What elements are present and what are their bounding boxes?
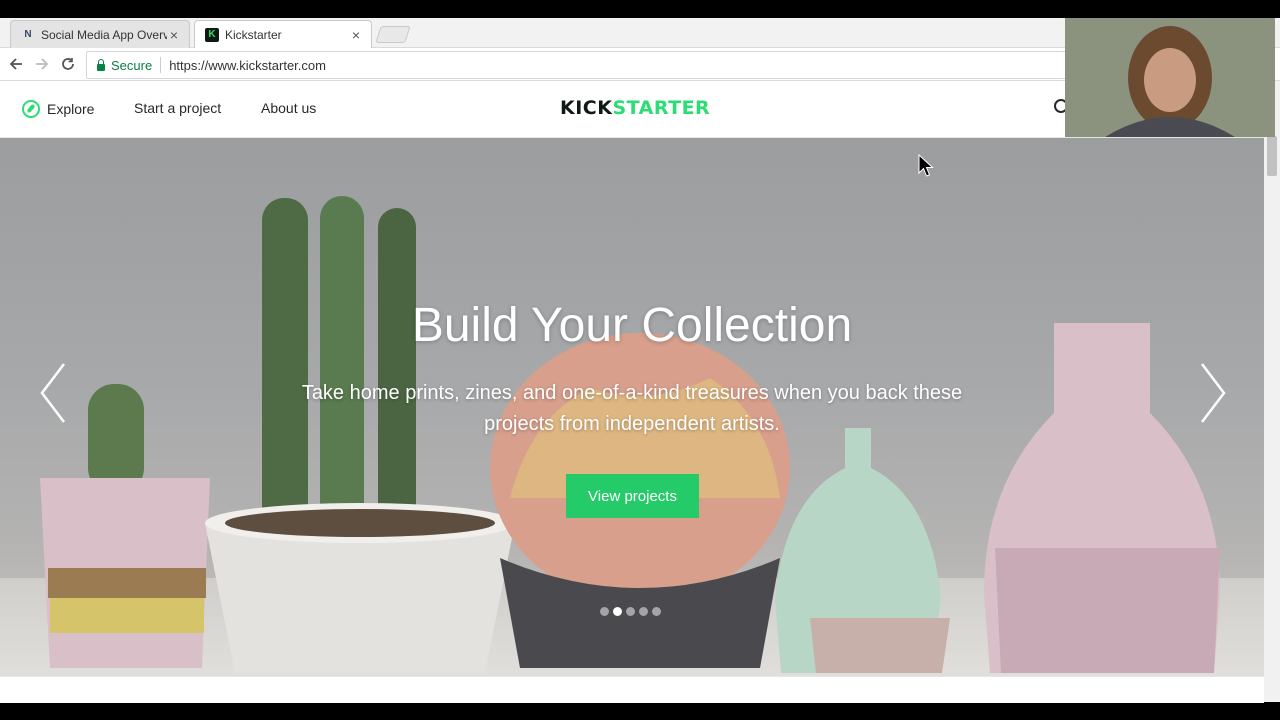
- compass-icon: [22, 100, 40, 118]
- page-content-below-hero: [0, 676, 1264, 703]
- new-tab-button[interactable]: [375, 26, 411, 43]
- nav-explore[interactable]: Explore: [22, 100, 94, 118]
- carousel-next-arrow-icon[interactable]: [1198, 362, 1228, 424]
- logo-text-kick: KICK: [560, 97, 613, 119]
- security-label: Secure: [111, 57, 153, 73]
- close-tab-icon[interactable]: ×: [167, 27, 181, 43]
- view-projects-button[interactable]: View projects: [566, 474, 699, 518]
- carousel-dot[interactable]: [600, 607, 609, 616]
- url-text[interactable]: https://www.kickstarter.com: [169, 58, 326, 73]
- presenter-video-image: [1065, 18, 1275, 137]
- carousel-prev-arrow-icon[interactable]: [38, 362, 68, 424]
- kickstarter-favicon-icon: K: [205, 27, 219, 42]
- carousel-dot[interactable]: [639, 607, 648, 616]
- page-scrollbar[interactable]: [1264, 81, 1280, 702]
- forward-button[interactable]: [32, 54, 52, 74]
- mouse-cursor-icon: [918, 154, 934, 177]
- reload-icon: [62, 58, 74, 70]
- carousel-dot[interactable]: [652, 607, 661, 616]
- back-arrow-icon: [9, 58, 22, 70]
- kickstarter-logo[interactable]: KICKSTARTER: [560, 97, 710, 119]
- tab-title: Social Media App Overv: [41, 27, 167, 42]
- address-bar[interactable]: Secure https://www.kickstarter.com: [86, 51, 1078, 79]
- carousel-dot[interactable]: [626, 607, 635, 616]
- carousel-pagination: [600, 607, 661, 616]
- nav-start-project[interactable]: Start a project: [134, 100, 221, 116]
- scrollbar-thumb[interactable]: [1267, 136, 1277, 176]
- tab-title: Kickstarter: [225, 27, 282, 42]
- hero-subtitle: Take home prints, zines, and one-of-a-ki…: [301, 382, 963, 435]
- divider: [160, 57, 162, 73]
- back-button[interactable]: [6, 54, 26, 74]
- tab-social-media[interactable]: N Social Media App Overv ×: [10, 20, 190, 48]
- hero-carousel: Build Your Collection Take home prints, …: [0, 138, 1264, 676]
- logo-text-starter: STARTER: [612, 97, 711, 119]
- reload-button[interactable]: [58, 54, 78, 74]
- notion-favicon-icon: N: [24, 29, 32, 40]
- lock-icon: [97, 58, 105, 71]
- tab-kickstarter[interactable]: K Kickstarter ×: [194, 20, 372, 48]
- close-tab-icon[interactable]: ×: [349, 27, 363, 43]
- nav-explore-label: Explore: [47, 101, 95, 117]
- webcam-overlay: [1065, 18, 1275, 137]
- forward-arrow-icon: [36, 58, 49, 70]
- nav-about-us[interactable]: About us: [261, 100, 316, 116]
- carousel-dot-active[interactable]: [613, 607, 622, 616]
- hero-title: Build Your Collection: [411, 299, 853, 352]
